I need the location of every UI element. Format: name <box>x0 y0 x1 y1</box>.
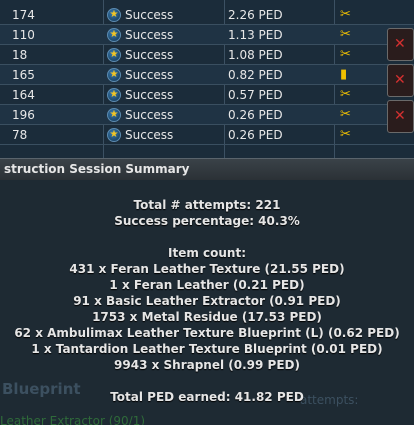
success-star-icon: ★ <box>107 88 121 102</box>
background-extractor-link: Leather Extractor (90/1) <box>0 414 146 425</box>
leather-icon: ✂ <box>340 87 351 102</box>
blueprint-icon: ▮ <box>340 67 348 82</box>
status-cell: ★ Success <box>105 65 223 85</box>
attempt-count: 18 <box>12 48 28 62</box>
status-label: Success <box>125 68 174 82</box>
ped-value: 0.57 PED <box>228 88 283 102</box>
success-star-icon: ★ <box>107 28 121 42</box>
item-line: 1 x Tantardion Leather Texture Blueprint… <box>31 342 383 356</box>
success-star-icon: ★ <box>107 8 121 22</box>
attempt-count: 174 <box>12 8 35 22</box>
attempt-count: 165 <box>12 68 35 82</box>
item-line: 1 x Feran Leather (0.21 PED) <box>109 278 305 292</box>
ped-value: 0.26 PED <box>228 128 283 142</box>
item-thumbnail[interactable]: ✕ <box>387 28 414 61</box>
attempt-count: 110 <box>12 28 35 42</box>
results-table: 174 ★ Success 2.26 PED ✂ 110 ★ Success 1.1… <box>0 0 414 160</box>
leather-icon: ✂ <box>340 127 351 142</box>
item-cell: ✂ <box>338 125 378 145</box>
status-label: Success <box>125 48 174 62</box>
item-line: 62 x Ambulimax Leather Texture Blueprint… <box>14 326 400 340</box>
success-star-icon: ★ <box>107 108 121 122</box>
success-star-icon: ★ <box>107 48 121 62</box>
item-cell: ✂ <box>338 25 378 45</box>
window-title: struction Session Summary <box>4 162 190 176</box>
table-row[interactable]: 164 ★ Success 0.57 PED ✂ <box>0 85 414 105</box>
item-count-label: Item count: <box>168 246 246 260</box>
item-line: 431 x Feran Leather Texture (21.55 PED) <box>69 262 345 276</box>
table-row[interactable]: 196 ★ Success 0.26 PED ✂ <box>0 105 414 125</box>
status-label: Success <box>125 8 174 22</box>
status-cell: ★ Success <box>105 125 223 145</box>
item-line: 1753 x Metal Residue (17.53 PED) <box>92 310 322 324</box>
ped-value: 1.13 PED <box>228 28 283 42</box>
attempt-count: 78 <box>12 128 28 142</box>
ped-value: 1.08 PED <box>228 48 283 62</box>
cross-icon: ✕ <box>394 72 406 88</box>
item-cell: ✂ <box>338 105 378 125</box>
ped-value: 2.26 PED <box>228 8 283 22</box>
item-line: 91 x Basic Leather Extractor (0.91 PED) <box>73 294 341 308</box>
table-row[interactable]: 174 ★ Success 2.26 PED ✂ <box>0 5 414 25</box>
success-star-icon: ★ <box>107 68 121 82</box>
item-thumbnail[interactable]: ✕ <box>387 100 414 133</box>
status-label: Success <box>125 128 174 142</box>
ped-value: 0.26 PED <box>228 108 283 122</box>
item-thumbnail[interactable]: ✕ <box>387 64 414 97</box>
status-cell: ★ Success <box>105 105 223 125</box>
total-attempts: Total # attempts: 221 <box>133 198 281 212</box>
leather-icon: ✂ <box>340 47 351 62</box>
status-label: Success <box>125 108 174 122</box>
status-cell: ★ Success <box>105 45 223 65</box>
success-percentage: Success percentage: 40.3% <box>114 214 300 228</box>
leather-icon: ✂ <box>340 107 351 122</box>
table-row[interactable]: 110 ★ Success 1.13 PED ✂ <box>0 25 414 45</box>
table-row[interactable]: 78 ★ Success 0.26 PED ✂ <box>0 125 414 145</box>
cross-icon: ✕ <box>394 108 406 124</box>
status-cell: ★ Success <box>105 5 223 25</box>
status-cell: ★ Success <box>105 85 223 105</box>
table-row[interactable]: 165 ★ Success 0.82 PED ▮ <box>0 65 414 85</box>
item-cell: ✂ <box>338 45 378 65</box>
leather-icon: ✂ <box>340 27 351 42</box>
attempt-count: 196 <box>12 108 35 122</box>
total-ped-earned: Total PED earned: 41.82 PED <box>110 390 304 404</box>
success-star-icon: ★ <box>107 128 121 142</box>
table-row[interactable]: 18 ★ Success 1.08 PED ✂ <box>0 45 414 65</box>
leather-icon: ✂ <box>340 7 351 22</box>
item-cell: ✂ <box>338 85 378 105</box>
session-summary-window: struction Session Summary Blueprint atte… <box>0 158 414 425</box>
status-label: Success <box>125 28 174 42</box>
attempt-count: 164 <box>12 88 35 102</box>
ped-value: 0.82 PED <box>228 68 283 82</box>
item-cell: ✂ <box>338 5 378 25</box>
summary-body: Blueprint attempts: Leather Extractor (9… <box>0 180 414 425</box>
status-label: Success <box>125 88 174 102</box>
cross-icon: ✕ <box>394 36 406 52</box>
title-bar[interactable]: struction Session Summary <box>0 158 414 180</box>
item-cell: ▮ <box>338 65 378 85</box>
item-line: 9943 x Shrapnel (0.99 PED) <box>114 358 300 372</box>
status-cell: ★ Success <box>105 25 223 45</box>
